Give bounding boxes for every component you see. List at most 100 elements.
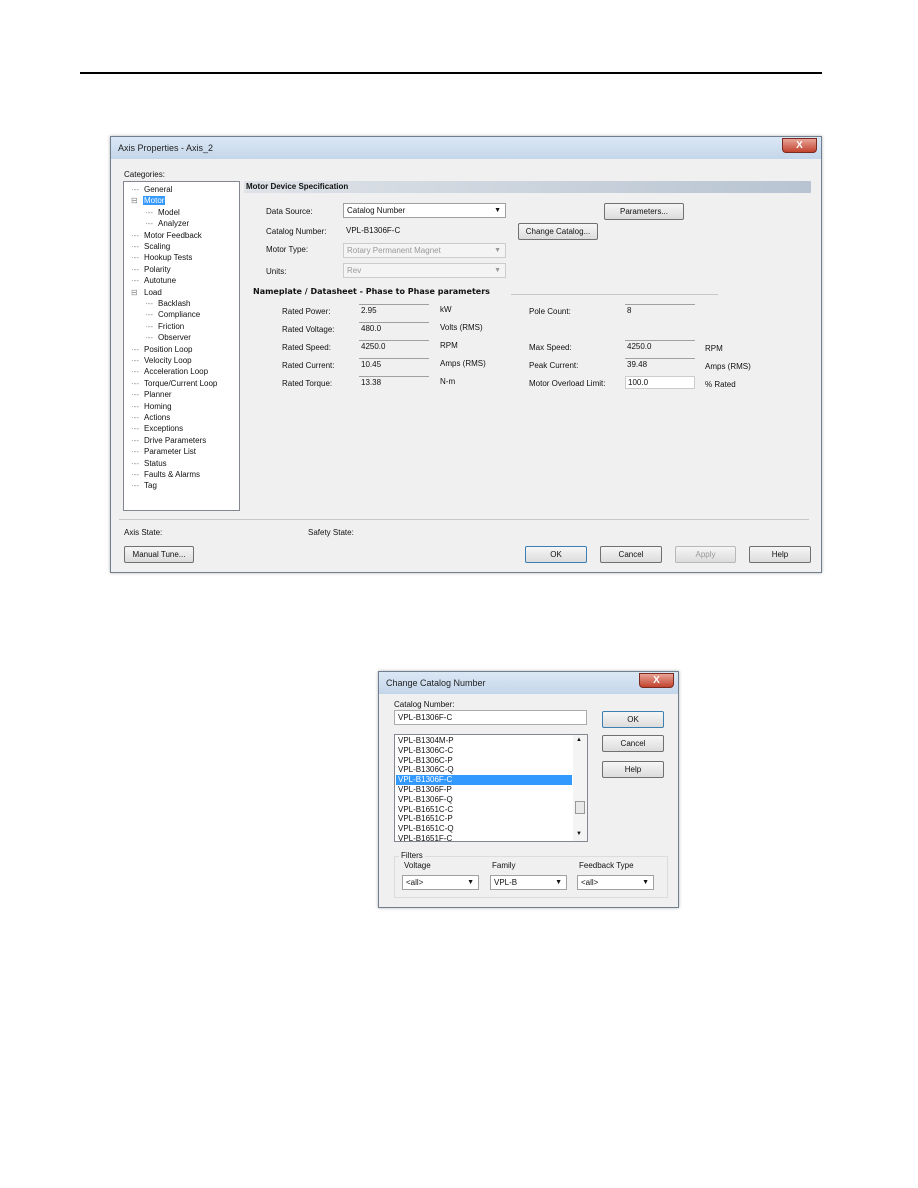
categories-label: Categories: — [124, 170, 165, 179]
tree-item-tag[interactable]: Tag — [143, 481, 158, 490]
tree-connector: ·-- — [145, 207, 153, 217]
tree-item-acceleration-loop[interactable]: Acceleration Loop — [143, 367, 209, 376]
tree-item-general[interactable]: General — [143, 185, 173, 194]
tree-item-load[interactable]: Load — [143, 288, 163, 297]
list-item[interactable]: VPL-B1651C-Q — [396, 824, 572, 834]
tree-connector: ·-- — [131, 470, 139, 479]
list-item[interactable]: VPL-B1306C-P — [396, 756, 572, 766]
scroll-up-icon[interactable]: ▲ — [576, 737, 582, 743]
tree-item-actions[interactable]: Actions — [143, 413, 171, 422]
param-label: Motor Overload Limit: — [529, 379, 606, 388]
list-item[interactable]: VPL-B1651C-P — [396, 814, 572, 824]
tree-item-polarity[interactable]: Polarity — [143, 265, 172, 274]
param-label: Peak Current: — [529, 361, 579, 370]
collapse-icon: ⊟ — [131, 287, 138, 297]
tree-connector: ·-- — [131, 390, 139, 400]
tree-connector: ·-- — [131, 367, 139, 377]
tree-item-velocity-loop[interactable]: Velocity Loop — [143, 356, 193, 365]
tree-connector: ·-- — [131, 424, 139, 434]
data-source-select[interactable]: Catalog Number ▼ — [343, 203, 506, 218]
tree-item-faults-alarms[interactable]: Faults & Alarms — [143, 470, 201, 479]
param-label: Pole Count: — [529, 307, 571, 316]
filter-value: VPL-B — [494, 878, 518, 887]
axis-properties-dialog: Axis Properties - Axis_2 X Categories: ·… — [110, 136, 822, 573]
tree-item-autotune[interactable]: Autotune — [143, 276, 177, 285]
param-unit: Amps (RMS) — [440, 359, 486, 368]
ok-button[interactable]: OK — [602, 711, 664, 728]
tree-item-planner[interactable]: Planner — [143, 390, 173, 399]
param-unit: % Rated — [705, 380, 736, 389]
change-catalog-button[interactable]: Change Catalog... — [518, 223, 598, 240]
manual-tune-button[interactable]: Manual Tune... — [124, 546, 194, 563]
data-source-value: Catalog Number — [347, 206, 406, 215]
tree-connector: ·-- — [131, 253, 139, 263]
list-item[interactable]: VPL-B1306F-C — [396, 775, 572, 786]
list-item[interactable]: VPL-B1304M-P — [396, 736, 572, 746]
filter-select[interactable]: VPL-B ▼ — [490, 875, 567, 890]
axis-state-label: Axis State: — [124, 528, 163, 537]
scrollbar[interactable]: ▲ ▼ — [573, 735, 587, 841]
catalog-number-input[interactable]: VPL-B1306F-C — [394, 710, 587, 725]
dialog-title: Change Catalog Number — [386, 678, 486, 688]
ok-button[interactable]: OK — [525, 546, 587, 563]
param-label: Max Speed: — [529, 343, 572, 352]
chevron-down-icon: ▼ — [494, 247, 501, 254]
cancel-button[interactable]: Cancel — [602, 735, 664, 752]
close-button[interactable]: X — [782, 138, 817, 153]
tree-item-exceptions[interactable]: Exceptions — [143, 424, 184, 433]
tree-item-observer[interactable]: Observer — [157, 333, 192, 342]
units-value: Rev — [347, 266, 362, 275]
tree-item-compliance[interactable]: Compliance — [157, 310, 201, 319]
list-item[interactable]: VPL-B1306F-Q — [396, 795, 572, 805]
tree-item-motor-feedback[interactable]: Motor Feedback — [143, 231, 203, 240]
list-item[interactable]: VPL-B1651C-C — [396, 805, 572, 815]
tree-item-hookup-tests[interactable]: Hookup Tests — [143, 253, 193, 262]
tree-item-status[interactable]: Status — [143, 459, 168, 468]
tree-item-homing[interactable]: Homing — [143, 402, 173, 411]
tree-connector: ·-- — [131, 447, 139, 457]
help-button[interactable]: Help — [602, 761, 664, 778]
param-unit: RPM — [705, 344, 723, 353]
tree-item-backlash[interactable]: Backlash — [157, 299, 191, 308]
tree-connector: ·-- — [131, 378, 139, 388]
tree-item-scaling[interactable]: Scaling — [143, 242, 171, 251]
tree-connector: ·-- — [131, 264, 139, 274]
tree-item-analyzer[interactable]: Analyzer — [157, 219, 190, 228]
tree-connector: ·-- — [145, 219, 153, 229]
tree-item-friction[interactable]: Friction — [157, 322, 185, 331]
tree-item-model[interactable]: Model — [157, 208, 181, 217]
list-item[interactable]: VPL-B1306F-P — [396, 785, 572, 795]
list-item[interactable]: VPL-B1306C-Q — [396, 765, 572, 775]
filter-select[interactable]: <all> ▼ — [402, 875, 479, 890]
title-bar: Axis Properties - Axis_2 — [111, 137, 821, 159]
list-item[interactable]: VPL-B1651F-C — [396, 834, 572, 841]
help-button[interactable]: Help — [749, 546, 811, 563]
filter-select[interactable]: <all> ▼ — [577, 875, 654, 890]
parameters-button[interactable]: Parameters... — [604, 203, 684, 220]
param-unit: Amps (RMS) — [705, 362, 751, 371]
scroll-thumb[interactable] — [575, 801, 585, 814]
apply-button: Apply — [675, 546, 736, 563]
close-button[interactable]: X — [639, 673, 674, 688]
param-label: Rated Power: — [282, 307, 331, 316]
param-value: 4250.0 — [359, 340, 429, 353]
list-item[interactable]: VPL-B1306C-C — [396, 746, 572, 756]
tree-item-torque-current-loop[interactable]: Torque/Current Loop — [143, 379, 218, 388]
param-value[interactable]: 100.0 — [625, 376, 695, 389]
scroll-down-icon[interactable]: ▼ — [576, 831, 582, 837]
data-source-label: Data Source: — [266, 207, 313, 216]
categories-tree[interactable]: ·-- General ⊟ Motor ·-- Model ·-- Analyzer ·-- Mo… — [123, 181, 240, 511]
cancel-button[interactable]: Cancel — [600, 546, 662, 563]
catalog-number-value: VPL-B1306F-C — [346, 226, 401, 235]
tree-item-parameter-list[interactable]: Parameter List — [143, 447, 197, 456]
tree-item-position-loop[interactable]: Position Loop — [143, 345, 193, 354]
tree-item-motor[interactable]: Motor — [143, 196, 166, 206]
dialog-title: Axis Properties - Axis_2 — [118, 143, 214, 153]
tree-item-drive-parameters[interactable]: Drive Parameters — [143, 436, 207, 445]
tree-connector: ·-- — [145, 321, 153, 331]
chevron-down-icon: ▼ — [555, 879, 562, 886]
param-value: 39.48 — [625, 358, 695, 371]
catalog-list[interactable]: ▲ ▼ VPL-B1304M-P VPL-B1306C-C VPL-B1306C-P… — [394, 734, 588, 842]
param-label: Rated Speed: — [282, 343, 331, 352]
param-value: 8 — [625, 304, 695, 317]
